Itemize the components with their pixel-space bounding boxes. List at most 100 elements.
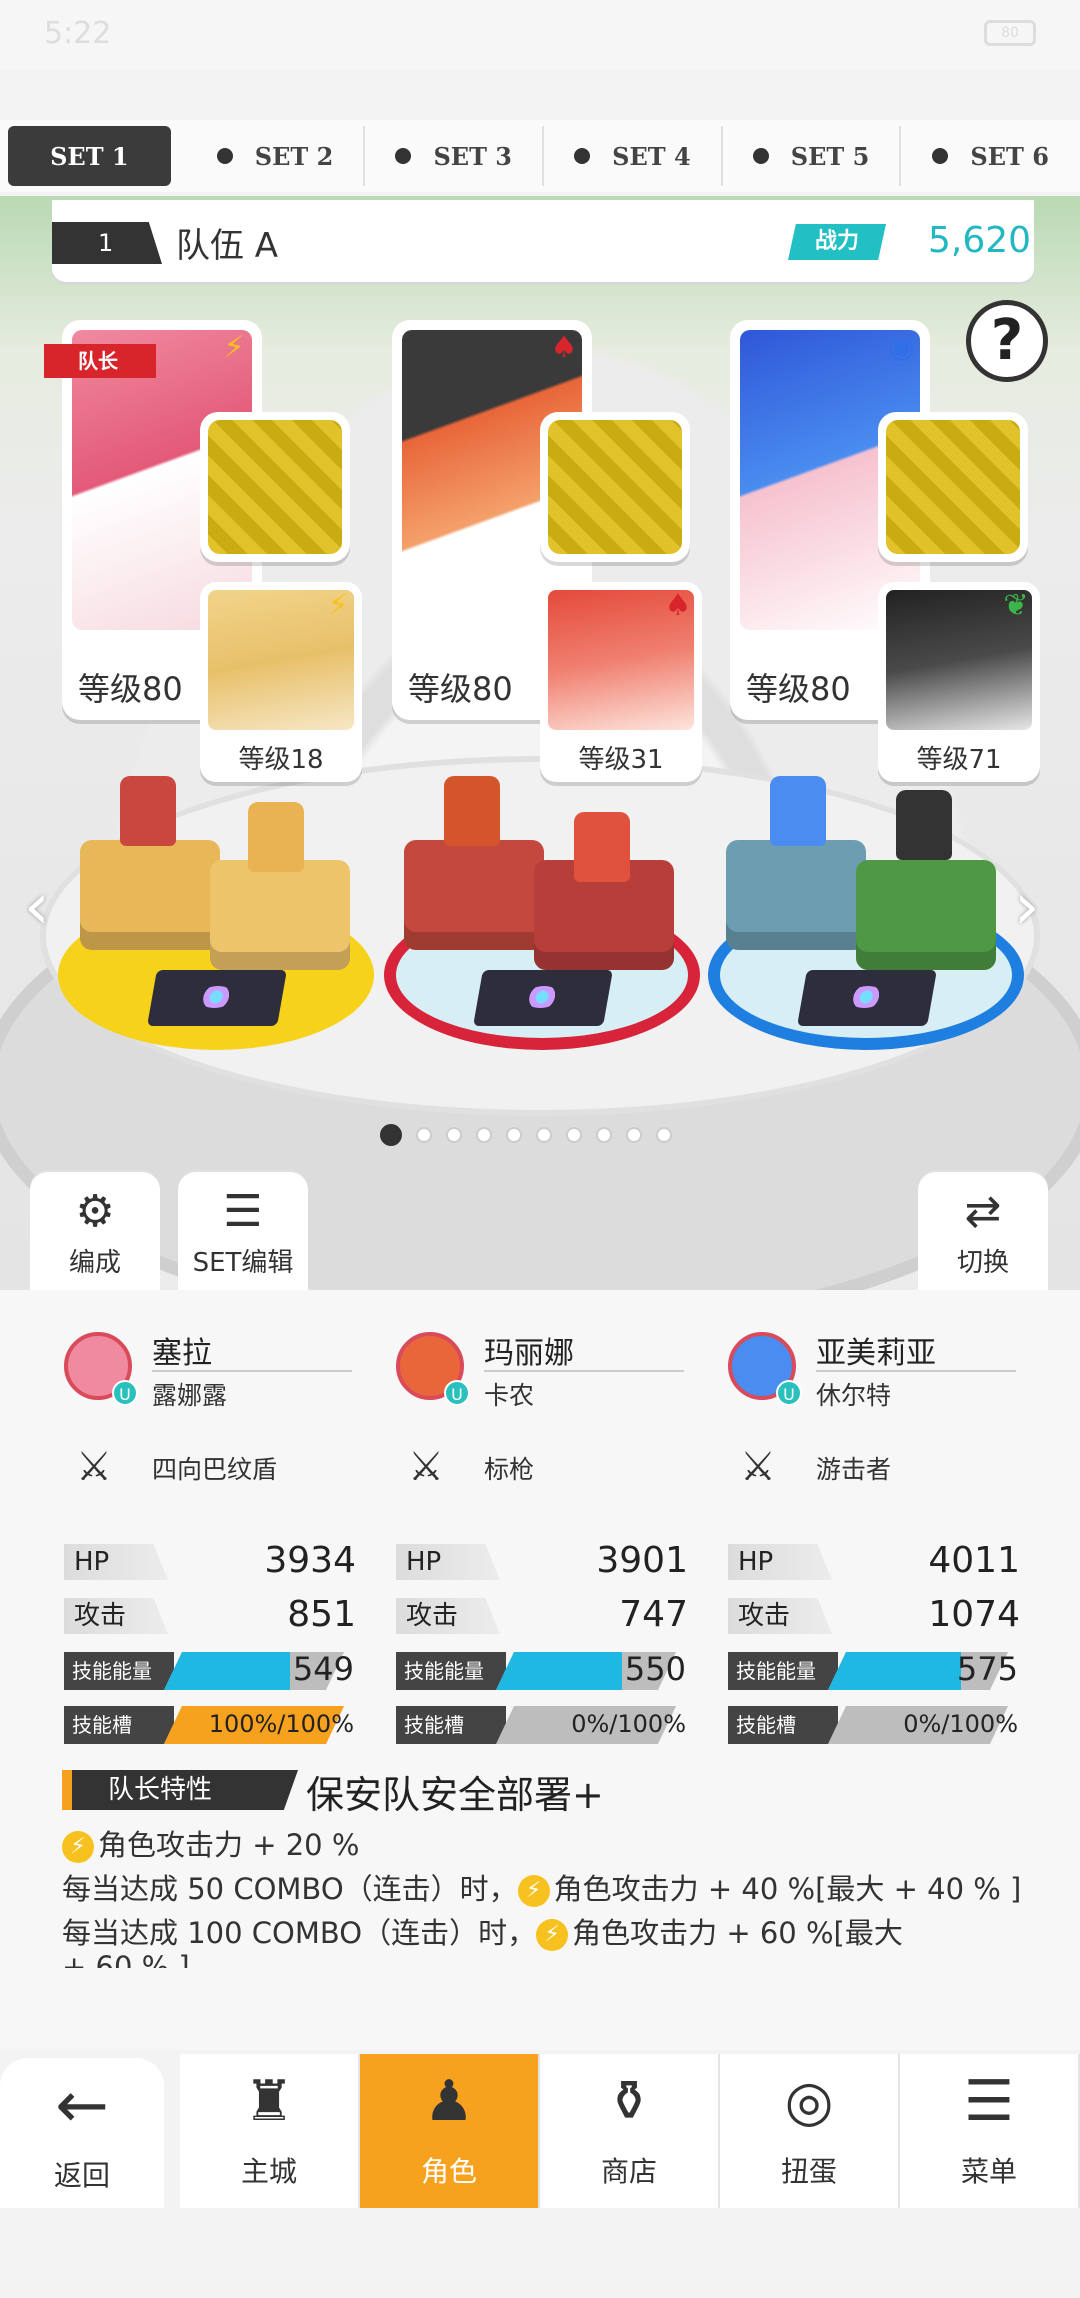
character-sprite[interactable]	[248, 802, 304, 872]
support-character-card[interactable]: ⚡ 等级18	[200, 582, 362, 782]
support-name: 露娜露	[152, 1381, 228, 1410]
tab-set-4[interactable]: SET 4	[544, 126, 723, 186]
formation-button[interactable]: ⚙ 编成	[30, 1172, 160, 1290]
weapon-icon: ⚔	[740, 1444, 776, 1490]
page-dot[interactable]	[446, 1127, 462, 1143]
orb-icon: ◉	[888, 330, 916, 365]
weapon-slot[interactable]	[878, 412, 1028, 562]
spear-icon	[548, 420, 682, 554]
support-badge-icon: U	[776, 1380, 802, 1406]
character-sprite[interactable]	[120, 776, 176, 846]
menu-icon: ☰	[963, 2069, 1015, 2134]
page-dot[interactable]	[476, 1127, 492, 1143]
page-dot[interactable]	[536, 1127, 552, 1143]
attack-stat: 攻击 1074	[728, 1594, 1020, 1638]
dot-icon	[395, 148, 412, 164]
pedestal-block	[210, 860, 350, 970]
skill-slot-gauge: 技能槽 100%/100%	[64, 1702, 356, 1746]
rune-slot[interactable]	[147, 970, 287, 1026]
team-name: 队伍 A	[176, 226, 279, 266]
dot-icon	[932, 148, 949, 164]
rune-slot[interactable]	[473, 970, 613, 1026]
nav-menu[interactable]: ☰ 菜单	[900, 2054, 1080, 2208]
help-button[interactable]: ?	[966, 300, 1048, 382]
page-dot[interactable]	[506, 1127, 522, 1143]
support-level: 等级31	[578, 745, 664, 775]
weapon-type: 四向巴纹盾	[152, 1455, 278, 1484]
status-bar: 5:22 80	[0, 0, 1080, 70]
energy-fill	[828, 1652, 962, 1690]
leader-trait-title: 保安队安全部署+	[306, 1773, 604, 1817]
attack-stat: 攻击 851	[64, 1594, 356, 1638]
lightning-icon: ⚡	[517, 1875, 550, 1907]
page-dot[interactable]	[416, 1127, 432, 1143]
character-icon: ♟	[423, 2069, 475, 2134]
page-dot[interactable]	[656, 1127, 672, 1143]
support-level: 等级18	[238, 745, 324, 775]
skill-energy-gauge: 技能能量 550	[396, 1648, 688, 1692]
page-dot[interactable]	[566, 1127, 582, 1143]
support-badge-icon: U	[444, 1380, 470, 1406]
character-sprite[interactable]	[444, 776, 500, 846]
dot-icon	[574, 148, 591, 164]
leaf-icon: ❦	[1003, 588, 1029, 623]
support-name: 卡农	[484, 1381, 535, 1410]
nav-character[interactable]: ♟ 角色	[360, 2054, 540, 2208]
character-level: 等级80	[402, 664, 519, 710]
lightning-icon: ⚡	[62, 1831, 94, 1863]
pedestal-block	[80, 840, 220, 950]
character-sprite[interactable]	[574, 812, 630, 882]
next-arrow-icon[interactable]: ›	[1014, 870, 1040, 944]
set-edit-button[interactable]: ☰ SET编辑	[178, 1172, 308, 1290]
tab-set-5[interactable]: SET 5	[723, 126, 902, 186]
weapon-slot[interactable]	[540, 412, 690, 562]
tab-set-2[interactable]: SET 2	[187, 126, 366, 186]
nav-castle[interactable]: ♜ 主城	[180, 2054, 360, 2208]
nav-shop[interactable]: ⚱ 商店	[540, 2054, 720, 2208]
switch-button[interactable]: ⇄ 切换	[918, 1172, 1048, 1290]
trait-line: 每当达成 50 COMBO（连击）时， ⚡ 角色攻击力 + 40 %[最大 + 40…	[62, 1872, 1022, 1907]
tab-set-1[interactable]: SET 1	[8, 126, 171, 186]
bottom-nav: ♜ 主城 ♟ 角色 ⚱ 商店 ◎ 扭蛋 ☰ 菜单	[0, 2054, 1080, 2208]
character-level: 等级80	[72, 664, 189, 710]
support-character-card[interactable]: ❦ 等级71	[878, 582, 1040, 782]
page-dot[interactable]	[596, 1127, 612, 1143]
divider	[484, 1370, 684, 1372]
divider	[152, 1370, 352, 1372]
weapon-slot[interactable]	[200, 412, 350, 562]
nav-gacha[interactable]: ◎ 扭蛋	[720, 2054, 900, 2208]
divider	[816, 1370, 1016, 1372]
tab-set-6[interactable]: SET 6	[901, 126, 1080, 186]
shield-icon	[208, 420, 342, 554]
skill-energy-gauge: 技能能量 549	[64, 1648, 356, 1692]
tab-set-3[interactable]: SET 3	[365, 126, 545, 186]
page-dot[interactable]	[626, 1127, 642, 1143]
page-dot[interactable]	[380, 1124, 402, 1146]
energy-fill	[164, 1652, 290, 1690]
skill-energy-gauge: 技能能量 575	[728, 1648, 1020, 1692]
leader-trait-label: 队长特性	[62, 1770, 298, 1810]
halberd-icon	[886, 420, 1020, 554]
person-gear-icon: ⚙	[75, 1186, 115, 1237]
rune-slot[interactable]	[797, 970, 937, 1026]
pedestal-block	[856, 860, 996, 970]
team-header[interactable]: 1 队伍 A 战力 5,620	[52, 200, 1034, 282]
card-suit-icon: ♠	[664, 588, 692, 623]
skill-slot-gauge: 技能槽 0%/100%	[728, 1702, 1020, 1746]
swap-icon: ⇄	[964, 1186, 1002, 1237]
support-character-card[interactable]: ♠ 等级31	[540, 582, 702, 782]
prev-arrow-icon[interactable]: ‹	[24, 870, 50, 944]
trait-line: ⚡ 角色攻击力 + 20 %	[62, 1822, 359, 1864]
hp-stat: HP 3934	[64, 1540, 356, 1584]
hp-stat: HP 4011	[728, 1540, 1020, 1584]
energy-fill	[496, 1652, 622, 1690]
lightning-icon: ⚡	[536, 1919, 569, 1951]
character-sprite[interactable]	[896, 790, 952, 860]
character-name: 塞拉	[152, 1336, 212, 1371]
hp-stat: HP 3901	[396, 1540, 688, 1584]
card-suit-icon: ♠	[550, 330, 578, 365]
character-sprite[interactable]	[770, 776, 826, 846]
lightning-icon: ⚡	[327, 588, 349, 623]
trait-line: + 60 % ]	[62, 1950, 190, 1968]
nav-footer	[0, 2208, 1080, 2298]
